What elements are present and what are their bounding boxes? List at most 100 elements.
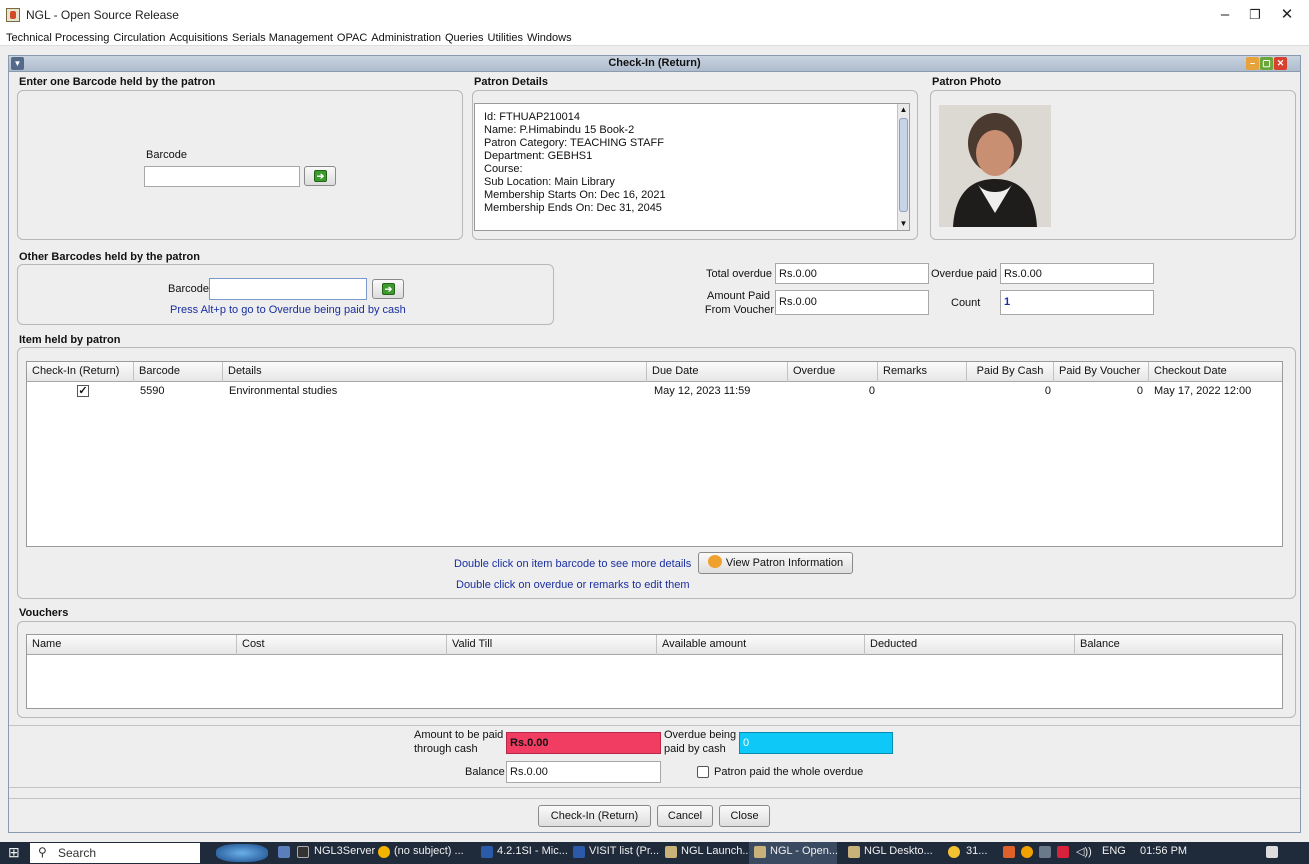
java-app-icon [6, 8, 20, 22]
col-barcode[interactable]: Barcode [134, 362, 223, 382]
col-details[interactable]: Details [223, 362, 647, 382]
word-icon [573, 846, 585, 858]
minimize-button[interactable]: – [1210, 4, 1240, 26]
taskbar-item-ngl-desktop[interactable]: NGL Deskto... [864, 845, 933, 857]
total-overdue-field[interactable]: Rs.0.00 [775, 263, 929, 284]
scroll-down-icon[interactable]: ▼ [899, 219, 908, 229]
notification-icon[interactable] [1266, 846, 1278, 858]
barcode-section-label: Enter one Barcode held by the patron [19, 76, 216, 88]
taskbar-item-word-1[interactable]: 4.2.1SI - Mic... [497, 845, 568, 857]
other-barcode-label: Barcode [168, 283, 209, 295]
patron-name: Name: P.Himabindu 15 Book-2 [484, 124, 635, 136]
task-view-icon[interactable] [278, 846, 290, 858]
items-table-header: Check-In (Return) Barcode Details Due Da… [27, 362, 1282, 382]
overdue-cash-field[interactable]: 0 [739, 732, 893, 754]
other-barcode-input[interactable] [209, 278, 367, 300]
close-button[interactable]: Close [719, 805, 770, 827]
cancel-button[interactable]: Cancel [657, 805, 713, 827]
col-voucher-deducted[interactable]: Deducted [865, 635, 1075, 655]
paid-whole-label: Patron paid the whole overdue [714, 766, 864, 778]
amount-paid-voucher-label-2: From Voucher [704, 304, 774, 316]
taskbar-item-ngl-open[interactable]: NGL - Open... [770, 845, 838, 857]
col-due-date[interactable]: Due Date [647, 362, 788, 382]
barcode-input[interactable] [144, 166, 300, 187]
taskbar-tray-count[interactable]: 31... [966, 845, 987, 857]
paid-whole-checkbox[interactable] [697, 766, 709, 778]
menu-windows[interactable]: Windows [527, 31, 572, 44]
col-paid-voucher[interactable]: Paid By Voucher [1054, 362, 1149, 382]
amount-cash-label-1: Amount to be paid [414, 729, 504, 741]
amount-paid-voucher-label-1: Amount Paid [707, 290, 770, 302]
col-voucher-valid-till[interactable]: Valid Till [447, 635, 657, 655]
menu-technical-processing[interactable]: Technical Processing [6, 31, 109, 44]
menu-opac[interactable]: OPAC [337, 31, 367, 44]
taskbar-item-ngl3server[interactable]: NGL3Server [314, 845, 375, 857]
col-overdue[interactable]: Overdue [788, 362, 878, 382]
row-barcode[interactable]: 5590 [140, 383, 164, 400]
checkin-checkbox[interactable]: ✓ [77, 385, 89, 397]
table-row[interactable]: ✓ 5590 Environmental studies May 12, 202… [27, 383, 1282, 400]
chrome-icon [378, 846, 390, 858]
menu-utilities[interactable]: Utilities [488, 31, 523, 44]
frame-title: Check-In (Return) [608, 57, 701, 69]
menu-serials-management[interactable]: Serials Management [232, 31, 333, 44]
menu-circulation[interactable]: Circulation [113, 31, 165, 44]
tray-app-icon[interactable] [1057, 846, 1069, 858]
menu-administration[interactable]: Administration [371, 31, 441, 44]
patron-details-textarea[interactable]: Id: FTHUAP210014 Name: P.Himabindu 15 Bo… [474, 103, 910, 231]
overdue-paid-field[interactable]: Rs.0.00 [1000, 263, 1154, 284]
language-indicator[interactable]: ENG [1102, 845, 1126, 857]
amount-paid-voucher-field[interactable]: Rs.0.00 [775, 290, 929, 315]
close-window-button[interactable]: ✕ [1272, 4, 1302, 26]
col-paid-cash[interactable]: Paid By Cash [967, 362, 1054, 382]
menu-acquisitions[interactable]: Acquisitions [169, 31, 228, 44]
vouchers-table[interactable]: Name Cost Valid Till Available amount De… [26, 634, 1283, 709]
row-overdue[interactable]: 0 [788, 383, 875, 400]
tray-app-icon[interactable] [1003, 846, 1015, 858]
frame-maximize-icon[interactable]: ▢ [1260, 57, 1273, 70]
patron-photo [939, 105, 1051, 227]
taskbar-search-box[interactable]: ⚲ Search [30, 843, 200, 863]
menu-queries[interactable]: Queries [445, 31, 484, 44]
balance-field[interactable]: Rs.0.00 [506, 761, 661, 783]
amount-cash-field[interactable]: Rs.0.00 [506, 732, 661, 754]
other-barcodes-label: Other Barcodes held by the patron [19, 251, 200, 263]
windows-start-icon[interactable]: ⊞ [8, 844, 20, 861]
col-voucher-cost[interactable]: Cost [237, 635, 447, 655]
patron-details-scrollbar[interactable]: ▲ ▼ [897, 104, 909, 230]
window-title: NGL - Open Source Release [26, 8, 179, 22]
overdue-paid-label: Overdue paid [931, 268, 998, 280]
restore-button[interactable]: ❐ [1240, 4, 1270, 26]
java-icon [754, 846, 766, 858]
col-voucher-name[interactable]: Name [27, 635, 237, 655]
col-checkin[interactable]: Check-In (Return) [27, 362, 134, 382]
taskbar-item-ngl-launch[interactable]: NGL Launch... [681, 845, 752, 857]
frame-minimize-icon[interactable]: – [1246, 57, 1259, 70]
col-voucher-balance[interactable]: Balance [1075, 635, 1284, 655]
col-voucher-available[interactable]: Available amount [657, 635, 865, 655]
view-patron-info-button[interactable]: View Patron Information [698, 552, 853, 574]
taskbar-item-chrome[interactable]: (no subject) ... [394, 845, 464, 857]
search-icon: ⚲ [38, 845, 47, 859]
taskbar-item-word-2[interactable]: VISIT list (Pr... [589, 845, 659, 857]
patron-membership-start: Membership Starts On: Dec 16, 2021 [484, 189, 666, 201]
tray-app-icon[interactable] [1021, 846, 1033, 858]
items-table[interactable]: Check-In (Return) Barcode Details Due Da… [26, 361, 1283, 547]
checkin-button[interactable]: Check-In (Return) [538, 805, 651, 827]
scroll-thumb[interactable] [899, 118, 908, 212]
network-icon[interactable] [1039, 846, 1051, 858]
col-checkout-date[interactable]: Checkout Date [1149, 362, 1284, 382]
other-barcode-go-button[interactable]: ➔ [372, 279, 404, 299]
count-field[interactable]: 1 [1000, 290, 1154, 315]
frame-close-icon[interactable]: ✕ [1274, 57, 1287, 70]
taskbar-clock[interactable]: 01:56 PM [1140, 845, 1187, 857]
patron-membership-end: Membership Ends On: Dec 31, 2045 [484, 202, 662, 214]
patron-id: Id: FTHUAP210014 [484, 111, 580, 123]
scroll-up-icon[interactable]: ▲ [899, 105, 908, 115]
volume-icon[interactable]: ◁)) [1076, 845, 1092, 858]
barcode-go-button[interactable]: ➔ [304, 166, 336, 186]
row-checkout-date: May 17, 2022 12:00 [1154, 385, 1252, 397]
col-remarks[interactable]: Remarks [878, 362, 967, 382]
patron-sub-location: Sub Location: Main Library [484, 176, 615, 188]
taskbar-widget-icon[interactable] [216, 844, 268, 862]
